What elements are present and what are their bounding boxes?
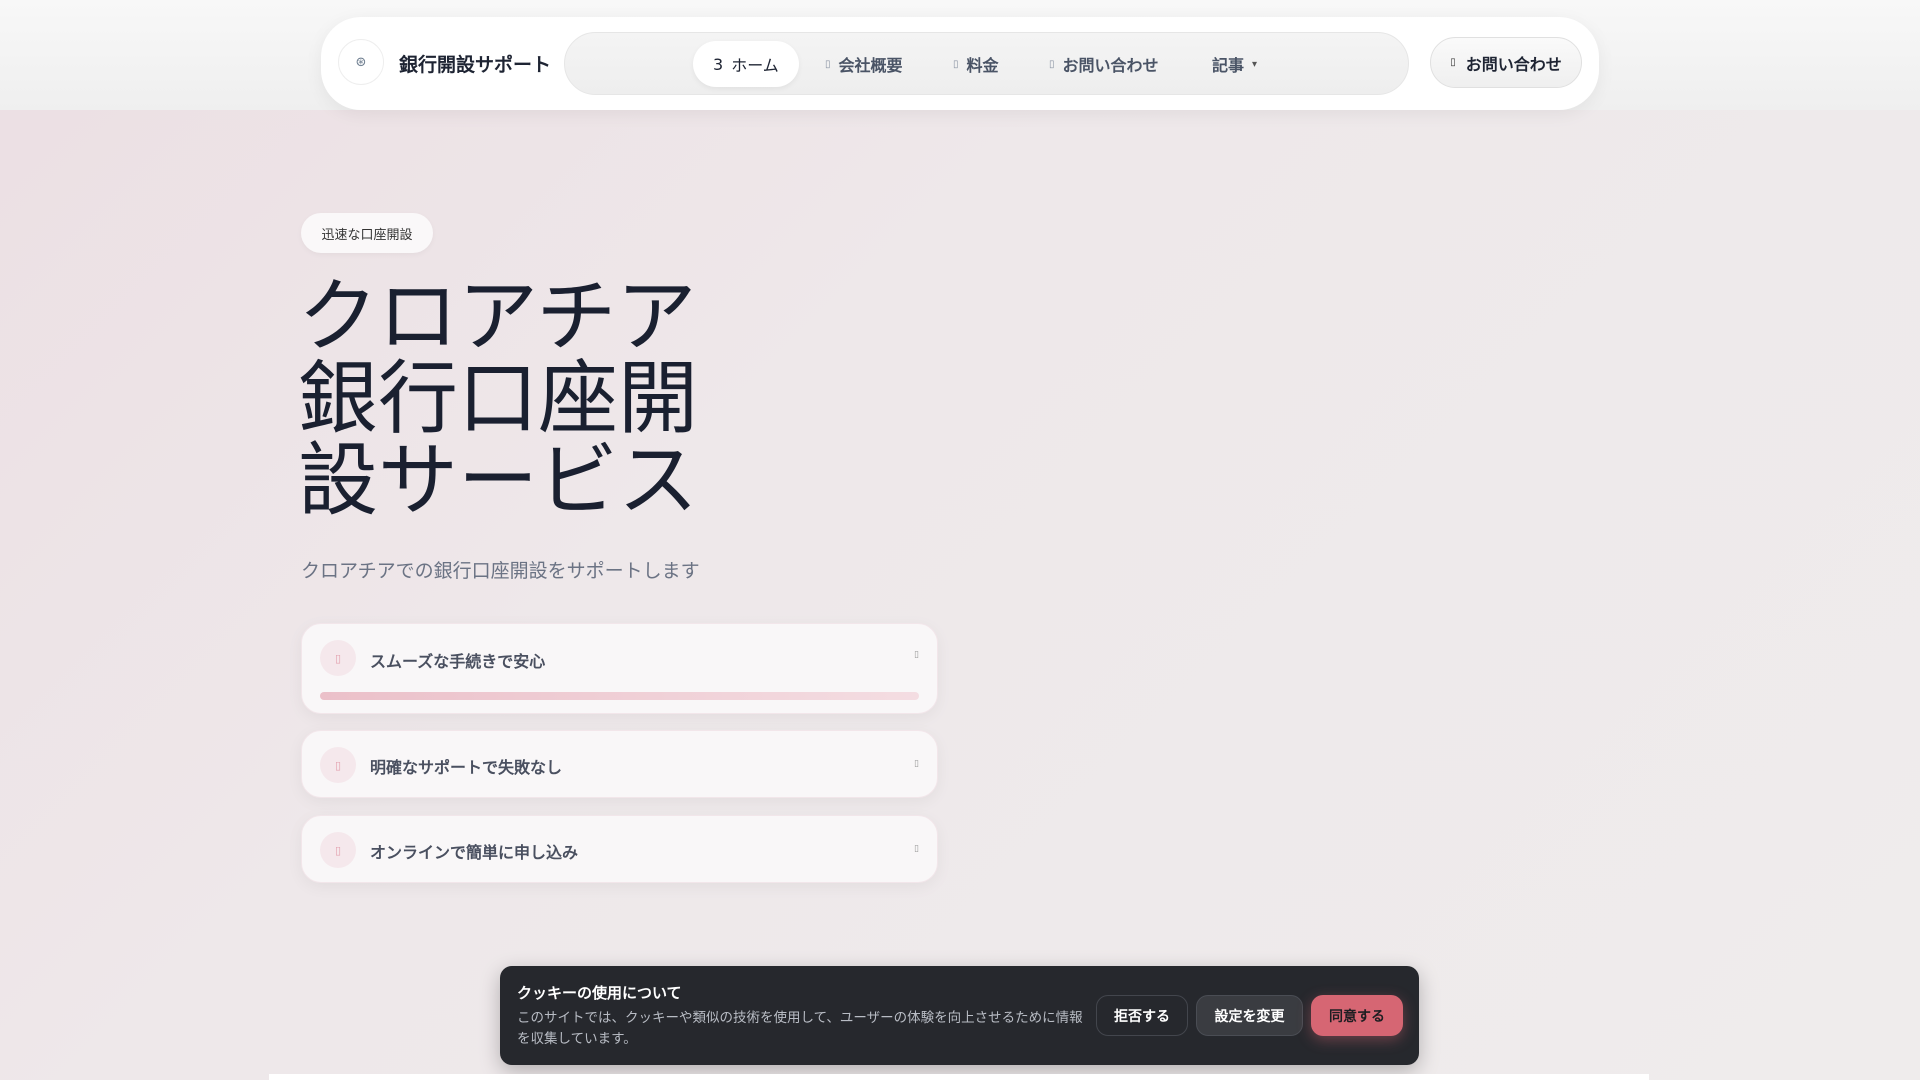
reject-button[interactable]: 拒否する: [1096, 995, 1188, 1036]
building-icon: ▯: [825, 58, 831, 70]
title-line: クロアチア: [298, 270, 697, 363]
main-nav: 3 ホーム ▯ 会社概要 ▯ 料金 ▯ お問い合わせ 記事 ▾: [564, 32, 1409, 95]
nav-home[interactable]: 3 ホーム: [693, 41, 799, 87]
title-line: 銀行口座開: [298, 352, 698, 445]
chevron-down-icon: ▯: [914, 844, 919, 854]
nav-label: ホーム: [731, 56, 779, 75]
home-icon: 3: [713, 54, 724, 74]
nav-about[interactable]: ▯ 会社概要: [825, 41, 903, 87]
check-icon: ▯: [320, 832, 356, 868]
contact-button-label: お問い合わせ: [1465, 54, 1562, 74]
feature-label: スムーズな手続きで安心: [370, 652, 546, 671]
cookie-banner: クッキーの使用について このサイトでは、クッキーや類似の技術を使用して、ユーザー…: [500, 966, 1419, 1065]
hero-badge: 迅速な口座開設: [301, 213, 433, 253]
feature-card-smooth[interactable]: ▯ スムーズな手続きで安心 ▯: [301, 623, 938, 714]
mail-icon: ▯: [1049, 58, 1055, 70]
price-icon: ▯: [953, 58, 959, 70]
feature-label: オンラインで簡単に申し込み: [370, 843, 579, 862]
hero-subtitle: クロアチアでの銀行口座開設をサポートします: [301, 560, 700, 582]
settings-button[interactable]: 設定を変更: [1196, 995, 1303, 1036]
chevron-up-icon: ▯: [914, 650, 919, 660]
contact-button[interactable]: ▯ お問い合わせ: [1430, 37, 1582, 88]
nav-label: 会社概要: [838, 56, 903, 75]
nav-articles-dropdown[interactable]: 記事 ▾: [1212, 41, 1257, 87]
nav-label: 料金: [966, 56, 999, 75]
feature-card-support[interactable]: ▯ 明確なサポートで失敗なし ▯: [301, 730, 938, 798]
feature-label: 明確なサポートで失敗なし: [370, 758, 563, 777]
cookie-text: このサイトでは、クッキーや類似の技術を使用して、ユーザーの体験を向上させるために…: [517, 1010, 1083, 1047]
page-title: クロアチア 銀行口座開 設サービス: [298, 276, 758, 522]
nav-contact[interactable]: ▯ お問い合わせ: [1049, 41, 1159, 87]
cookie-title: クッキーの使用について: [517, 984, 682, 1002]
check-icon: ▯: [320, 747, 356, 783]
chevron-down-icon: ▯: [914, 759, 919, 769]
mail-icon: ▯: [1450, 57, 1456, 68]
nav-label: お問い合わせ: [1062, 56, 1159, 75]
site-header: ⊛ 銀行開設サポート 3 ホーム ▯ 会社概要 ▯ 料金 ▯ お問い合わせ 記事 ▾ ▯ お…: [321, 17, 1599, 110]
nav-label: 記事: [1212, 56, 1245, 75]
title-line: 設サービス: [298, 434, 698, 527]
accept-button[interactable]: 同意する: [1311, 995, 1403, 1036]
brand-name[interactable]: 銀行開設サポート: [399, 50, 551, 77]
bank-icon[interactable]: ⊛: [338, 39, 384, 85]
chevron-down-icon: ▾: [1252, 58, 1258, 70]
footer-edge: [269, 1074, 1649, 1080]
feature-card-online[interactable]: ▯ オンラインで簡単に申し込み ▯: [301, 815, 938, 883]
nav-pricing[interactable]: ▯ 料金: [953, 41, 999, 87]
check-icon: ▯: [320, 640, 356, 676]
feature-progress-bar: [320, 692, 919, 700]
